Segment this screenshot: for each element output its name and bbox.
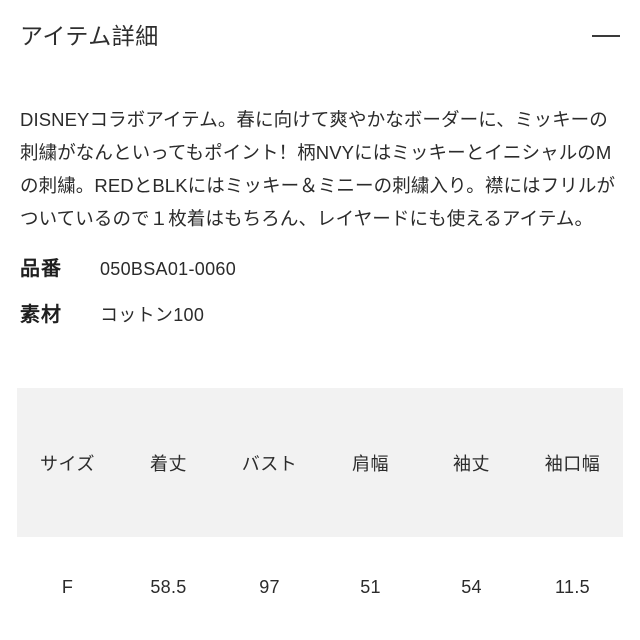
size-cell-cuff: 11.5 (522, 537, 623, 637)
size-cell-length: 58.5 (118, 537, 219, 637)
spec-label-product-code: 品番 (20, 258, 62, 280)
size-table-header-sleeve: 袖丈 (421, 388, 522, 537)
page-title: アイテム詳細 (20, 22, 159, 49)
size-cell-sleeve: 54 (421, 537, 522, 637)
spec-value-material: コットン100 (100, 305, 205, 325)
spec-row-product-code: 品番 050BSA01-0060 (20, 252, 624, 298)
spec-row-material: 素材 コットン100 (20, 298, 624, 344)
size-cell-size: F (17, 537, 118, 637)
size-cell-shoulder: 51 (320, 537, 421, 637)
size-table: サイズ 着丈 バスト 肩幅 袖丈 袖口幅 F 58.5 97 51 54 11.… (17, 388, 623, 637)
size-table-header-length: 着丈 (118, 388, 219, 537)
size-table-body: F 58.5 97 51 54 11.5 (17, 537, 623, 637)
size-table-header-size: サイズ (17, 388, 118, 537)
spec-list: 品番 050BSA01-0060 素材 コットン100 (20, 252, 624, 344)
spec-label-material: 素材 (20, 304, 62, 326)
table-row: F 58.5 97 51 54 11.5 (17, 537, 623, 637)
spec-value-product-code: 050BSA01-0060 (100, 259, 237, 279)
size-table-container: サイズ 着丈 バスト 肩幅 袖丈 袖口幅 F 58.5 97 51 54 11.… (17, 388, 623, 637)
size-table-header-cuff: 袖口幅 (522, 388, 623, 537)
item-description: DISNEYコラボアイテム。春に向けて爽やかなボーダーに、ミッキーの刺繍がなんと… (20, 108, 616, 229)
size-table-head: サイズ 着丈 バスト 肩幅 袖丈 袖口幅 (17, 388, 623, 537)
collapse-toggle-button[interactable] (586, 19, 620, 53)
item-detail-panel-header[interactable]: アイテム詳細 (0, 0, 640, 72)
size-table-header-bust: バスト (219, 388, 320, 537)
size-table-header-shoulder: 肩幅 (320, 388, 421, 537)
size-table-header-row: サイズ 着丈 バスト 肩幅 袖丈 袖口幅 (17, 388, 623, 537)
size-cell-bust: 97 (219, 537, 320, 637)
minus-icon (592, 35, 620, 37)
